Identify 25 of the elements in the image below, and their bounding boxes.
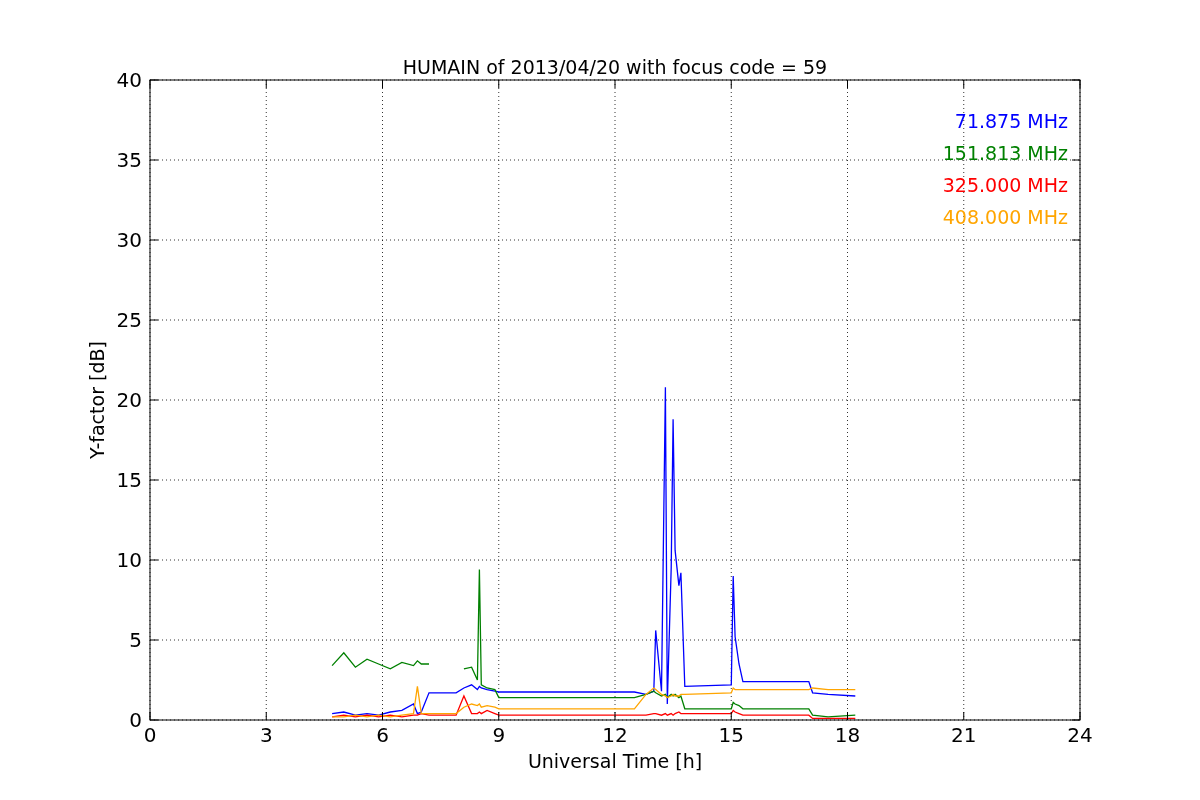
y-tick-label: 35 <box>116 148 142 172</box>
x-tick-label: 6 <box>376 723 389 747</box>
chart-title: HUMAIN of 2013/04/20 with focus code = 59 <box>402 56 828 78</box>
x-tick-label: 9 <box>492 723 506 747</box>
x-tick-label: 15 <box>718 723 744 747</box>
y-tick-label: 25 <box>116 308 142 332</box>
y-tick-label: 10 <box>116 548 142 572</box>
x-axis-label: Universal Time [h] <box>527 750 703 772</box>
x-tick-label: 18 <box>834 723 861 747</box>
x-tick-label: 3 <box>259 723 273 747</box>
y-tick-label: 0 <box>129 708 142 732</box>
legend-label: 151.813 MHz <box>942 142 1068 164</box>
y-axis-label: Y-factor [dB] <box>86 341 108 459</box>
y-tick-label: 15 <box>116 468 142 492</box>
x-tick-label: 21 <box>951 723 977 747</box>
x-tick-label: 12 <box>602 723 628 747</box>
x-tick-label: 24 <box>1067 723 1093 747</box>
legend-label: 71.875 MHz <box>954 110 1068 132</box>
legend-label: 408.000 MHz <box>942 206 1068 228</box>
y-tick-label: 20 <box>116 388 142 412</box>
y-tick-label: 40 <box>116 68 142 92</box>
y-tick-label: 30 <box>116 228 142 252</box>
x-tick-label: 0 <box>143 723 157 747</box>
legend-label: 325.000 MHz <box>942 174 1068 196</box>
y-tick-label: 5 <box>129 628 142 652</box>
